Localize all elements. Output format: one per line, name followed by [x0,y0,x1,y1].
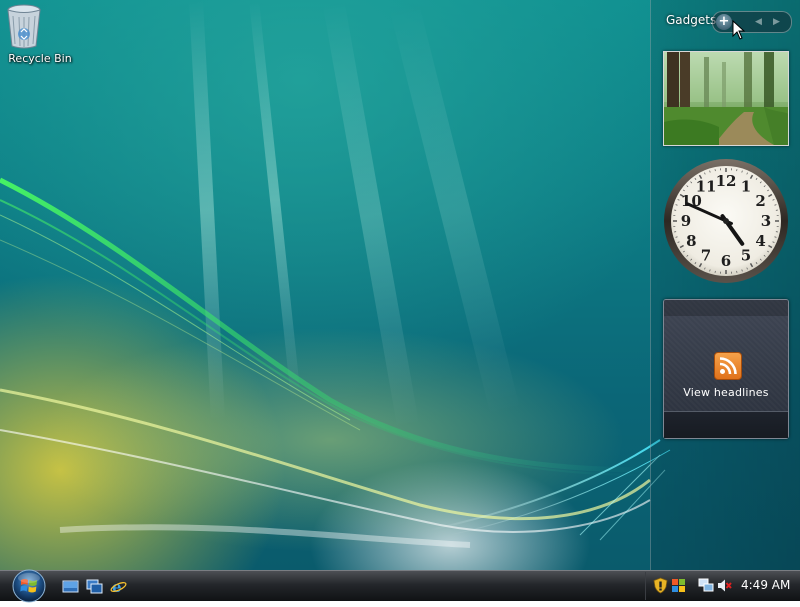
clock-numeral: 7 [701,247,711,265]
clock-gadget[interactable]: 121234567891011 [662,157,790,285]
sidebar-title: Gadgets [666,13,716,27]
desktop-icon-label: Recycle Bin [4,52,76,65]
taskbar-clock[interactable]: 4:49 AM [741,578,790,592]
clock-numeral: 12 [716,172,737,190]
clock-numeral: 3 [761,212,771,230]
slideshow-gadget[interactable] [663,51,789,146]
windows-start-orb-icon[interactable] [8,569,50,603]
switch-windows-icon[interactable] [86,578,103,595]
security-shield-icon[interactable] [652,577,669,594]
taskbar: e [0,570,800,601]
internet-explorer-icon[interactable]: e [110,578,127,595]
view-headlines-link[interactable]: View headlines [664,386,788,399]
clock-numeral: 1 [741,177,751,195]
chevron-right-icon[interactable]: ▶ [773,15,780,29]
clock-numeral: 4 [755,232,765,250]
rss-feed-icon [714,352,742,380]
feed-footer-bar [664,411,788,438]
show-desktop-icon[interactable] [62,578,79,595]
mouse-pointer-icon [732,20,746,40]
clock-numeral: 9 [681,212,691,230]
recycle-bin-icon [20,2,60,50]
clock-numeral: 6 [721,252,731,270]
clock-numeral: 2 [755,192,765,210]
forest-path-photo [664,52,788,145]
clock-numeral: 11 [696,177,717,195]
chevron-left-icon[interactable]: ◀ [755,15,762,29]
windows-update-icon[interactable] [670,577,687,594]
plus-icon[interactable]: + [716,14,732,30]
feed-header-bar [664,300,788,316]
network-icon[interactable] [698,577,715,594]
notification-area: 4:49 AM [645,572,800,600]
desktop-icon-recycle-bin[interactable]: Recycle Bin [4,2,76,65]
sidebar-controls: + ◀ ▶ [712,11,792,33]
clock-numeral: 5 [741,247,751,265]
clock-face: 121234567891011 [662,157,790,285]
volume-muted-icon[interactable] [716,577,733,594]
clock-numeral: 8 [686,232,696,250]
feed-headlines-gadget[interactable]: View headlines [663,299,789,439]
